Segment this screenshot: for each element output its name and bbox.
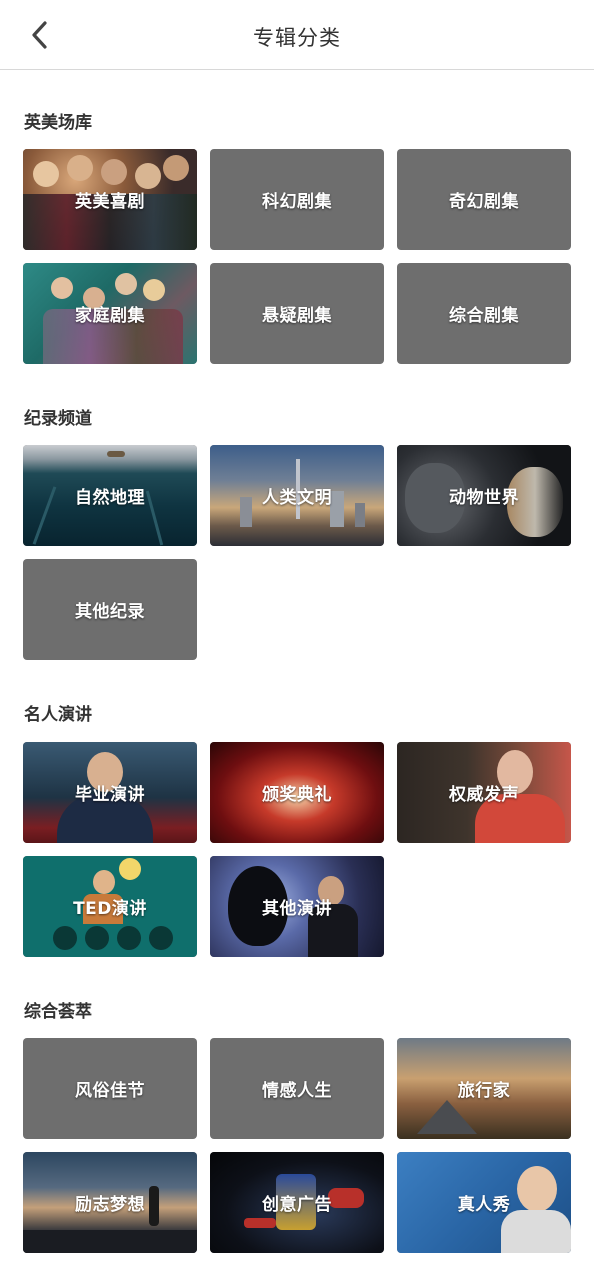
tile-general-series[interactable]: 综合剧集 — [397, 263, 571, 364]
tile-label: 人类文明 — [262, 488, 332, 508]
section-title-speeches: 名人演讲 — [24, 705, 92, 725]
tile-label: 动物世界 — [449, 488, 519, 508]
tile-label: 自然地理 — [75, 488, 145, 508]
tile-civilization[interactable]: 人类文明 — [210, 445, 384, 546]
tile-animal-world[interactable]: 动物世界 — [397, 445, 571, 546]
tile-nature-geography[interactable]: 自然地理 — [23, 445, 197, 546]
tile-label: 真人秀 — [457, 1195, 511, 1215]
tile-label: 悬疑剧集 — [262, 306, 332, 326]
tile-fantasy[interactable]: 奇幻剧集 — [397, 149, 571, 250]
tile-label: 毕业演讲 — [75, 785, 145, 805]
tile-label: 科幻剧集 — [262, 192, 332, 212]
tile-award-ceremony[interactable]: 颁奖典礼 — [210, 742, 384, 843]
tile-label: 风俗佳节 — [75, 1081, 145, 1101]
tile-emotional-life[interactable]: 情感人生 — [210, 1038, 384, 1139]
tile-label: 创意广告 — [262, 1195, 332, 1215]
page-title: 专辑分类 — [253, 26, 341, 50]
tile-reality-show[interactable]: 真人秀 — [397, 1152, 571, 1253]
header: 专辑分类 — [0, 0, 594, 70]
tile-label: 情感人生 — [262, 1081, 332, 1101]
section-title-documentary: 纪录频道 — [24, 409, 92, 429]
tile-label: 家庭剧集 — [75, 306, 145, 326]
tile-traveler[interactable]: 旅行家 — [397, 1038, 571, 1139]
tile-festivals[interactable]: 风俗佳节 — [23, 1038, 197, 1139]
tile-ted-talk[interactable]: TED演讲 — [23, 856, 197, 957]
tile-other-speech[interactable]: 其他演讲 — [210, 856, 384, 957]
tile-mystery[interactable]: 悬疑剧集 — [210, 263, 384, 364]
tile-graduation-speech[interactable]: 毕业演讲 — [23, 742, 197, 843]
tile-label: 奇幻剧集 — [449, 192, 519, 212]
tile-uk-us-comedy[interactable]: 英美喜剧 — [23, 149, 197, 250]
section-title-collection: 综合荟萃 — [24, 1002, 92, 1022]
tile-family[interactable]: 家庭剧集 — [23, 263, 197, 364]
tile-label: 旅行家 — [457, 1081, 511, 1101]
tile-label: 综合剧集 — [449, 306, 519, 326]
tile-label: 英美喜剧 — [75, 192, 145, 212]
tile-label: TED演讲 — [73, 899, 147, 919]
tile-scifi[interactable]: 科幻剧集 — [210, 149, 384, 250]
tile-creative-ads[interactable]: 创意广告 — [210, 1152, 384, 1253]
tile-other-documentary[interactable]: 其他纪录 — [23, 559, 197, 660]
tile-inspiration-dreams[interactable]: 励志梦想 — [23, 1152, 197, 1253]
tile-label: 其他纪录 — [75, 602, 145, 622]
section-title-uk-us: 英美场库 — [24, 113, 92, 133]
tile-label: 励志梦想 — [75, 1195, 145, 1215]
tile-label: 权威发声 — [449, 785, 519, 805]
tile-label: 其他演讲 — [262, 899, 332, 919]
tile-label: 颁奖典礼 — [262, 785, 332, 805]
tile-authority-voice[interactable]: 权威发声 — [397, 742, 571, 843]
